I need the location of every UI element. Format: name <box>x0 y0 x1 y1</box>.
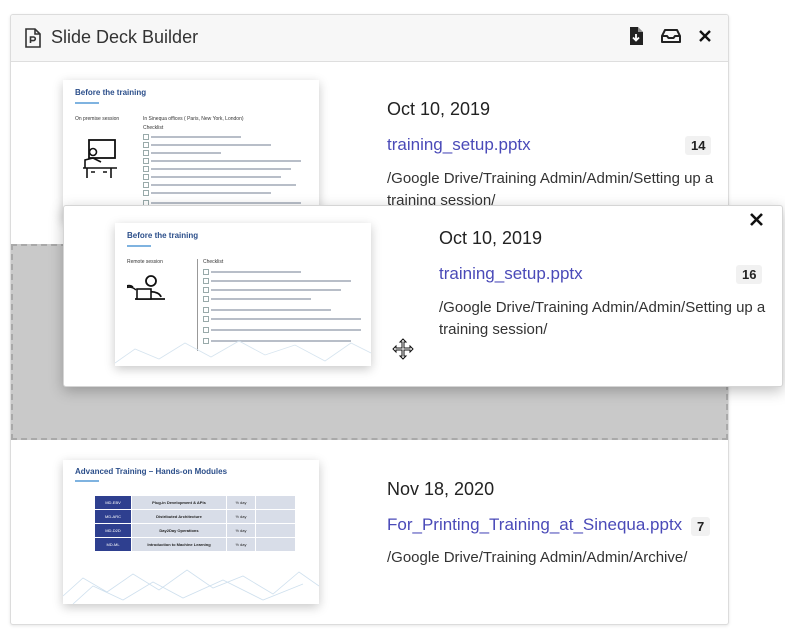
slide-table-cell: ½ day <box>227 510 255 523</box>
slide-table-row: MD-EBV Plug-in Development & APIs ½ day <box>95 496 295 509</box>
slide-title: Before the training <box>75 88 147 97</box>
slide-table-cell: ½ day <box>227 496 255 509</box>
slide-thumbnail: Before the training Remote session Check… <box>115 223 371 366</box>
slide-thumbnail: Before the training On premise session I… <box>63 80 319 220</box>
panel-title: Slide Deck Builder <box>51 27 199 47</box>
slide-label: On premise session <box>75 116 120 122</box>
count-badge: 14 <box>685 136 712 155</box>
panel-header: Slide Deck Builder <box>11 15 728 62</box>
slide-table-cell: Plug-in Development & APIs <box>132 496 226 509</box>
network-decoration <box>115 340 371 364</box>
count-badge: 7 <box>691 517 711 536</box>
pptx-file-icon <box>25 28 41 48</box>
slide-table-cell: MD-ARC <box>95 510 131 523</box>
slide-label: In Sinequa offices ( Paris, New York, Lo… <box>143 116 244 122</box>
slide-table: MD-EBV Plug-in Development & APIs ½ day MD-… <box>95 496 295 552</box>
list-item[interactable]: Advanced Training – Hands-on Modules MD-… <box>11 440 728 624</box>
inbox-icon <box>661 28 681 48</box>
slide-table-cell: MD-EBV <box>95 496 131 509</box>
dragging-item-card[interactable]: Before the training Remote session Check… <box>63 205 783 387</box>
item-date: Oct 10, 2019 <box>387 99 491 119</box>
item-date: Nov 18, 2020 <box>387 479 495 499</box>
slide-table-cell: MD-ML <box>95 538 131 551</box>
slide-table-cell <box>256 510 295 523</box>
close-panel-button[interactable] <box>693 26 717 50</box>
move-cursor-icon <box>392 338 414 365</box>
slide-table-cell: ½ day <box>227 524 255 537</box>
slide-table-cell <box>256 524 295 537</box>
slide-table-row: MD-D2D Day2Day Operations ½ day <box>95 524 295 537</box>
slide-table-cell <box>256 538 295 551</box>
slide-table-cell: ½ day <box>227 538 255 551</box>
item-path: /Google Drive/Training Admin/Admin/Archi… <box>387 549 688 566</box>
network-decoration <box>63 569 319 604</box>
slide-table-cell: Introduction to Machine Learning <box>132 538 226 551</box>
slide-table-cell: Day2Day Operations <box>132 524 226 537</box>
close-icon[interactable] <box>750 213 763 231</box>
item-date: Oct 10, 2019 <box>439 228 543 248</box>
download-icon <box>629 26 643 50</box>
slide-table-cell <box>256 496 295 509</box>
slide-thumbnail: Advanced Training – Hands-on Modules MD-… <box>63 460 319 604</box>
slide-label: Checklist <box>143 125 164 131</box>
slide-label: Remote session <box>127 259 163 265</box>
item-filename-link[interactable]: training_setup.pptx <box>439 264 583 284</box>
slide-table-row: MD-ML Introduction to Machine Learning ½ d… <box>95 538 295 551</box>
close-icon <box>699 29 711 47</box>
slide-title: Before the training <box>127 231 199 240</box>
slide-table-cell: Distributed Architecture <box>132 510 226 523</box>
item-path: /Google Drive/Training Admin/Admin/Setti… <box>439 299 766 338</box>
item-filename-link[interactable]: For_Printing_Training_at_Sinequa.pptx <box>387 515 682 535</box>
download-button[interactable] <box>624 26 648 50</box>
slide-title: Advanced Training – Hands-on Modules <box>75 467 228 476</box>
item-filename-link[interactable]: training_setup.pptx <box>387 135 531 155</box>
count-badge: 16 <box>736 265 763 284</box>
slide-table-cell: MD-D2D <box>95 524 131 537</box>
slide-table-row: MD-ARC Distributed Architecture ½ day <box>95 510 295 523</box>
inbox-button[interactable] <box>659 26 683 50</box>
remote-session-icon <box>127 275 165 300</box>
presenter-icon <box>83 139 117 178</box>
slide-label: Checklist <box>203 259 224 265</box>
